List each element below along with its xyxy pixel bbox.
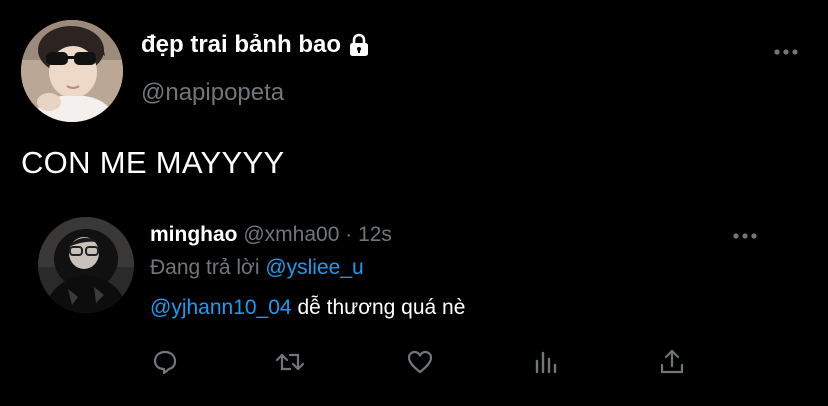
like-button[interactable] [403, 346, 437, 378]
display-name-text: đẹp trai bảnh bao [141, 31, 342, 58]
retweet-icon [275, 353, 305, 371]
views-button[interactable] [528, 346, 562, 378]
reply-text: @yjhann10_04 dễ thương quá nè [150, 294, 465, 322]
reply-button[interactable] [148, 346, 182, 378]
replying-to-line: Đang trả lời @ysliee_u [150, 254, 364, 282]
lock-icon [346, 32, 372, 58]
reply-avatar[interactable] [38, 217, 134, 313]
retweet-button[interactable] [273, 346, 307, 378]
share-button[interactable] [655, 346, 689, 378]
reply-more-options-icon[interactable] [732, 226, 758, 246]
separator-dot: · [345, 223, 353, 246]
share-icon [660, 349, 684, 374]
reply-timestamp[interactable]: 12s [358, 223, 392, 246]
reply-body: dễ thương quá nè [297, 296, 466, 319]
main-avatar[interactable] [21, 20, 123, 122]
main-handle[interactable]: @napipopeta [141, 78, 284, 108]
reply-author-name[interactable]: minghao [150, 223, 238, 246]
replying-to-mention[interactable]: @ysliee_u [265, 256, 363, 279]
heart-icon [407, 350, 433, 374]
more-options-icon[interactable] [773, 42, 799, 62]
tweet-text: CON ME MAYYYY [21, 145, 285, 180]
display-name[interactable]: đẹp trai bảnh bao [141, 30, 372, 60]
replying-to-prefix: Đang trả lời [150, 256, 260, 279]
analytics-icon [535, 351, 557, 374]
reply-author-handle[interactable]: @xmha00 [243, 223, 339, 246]
comment-icon [153, 350, 177, 375]
reply-mention-link[interactable]: @yjhann10_04 [150, 296, 292, 319]
reply-header: minghao @xmha00 · 12s [150, 221, 392, 249]
